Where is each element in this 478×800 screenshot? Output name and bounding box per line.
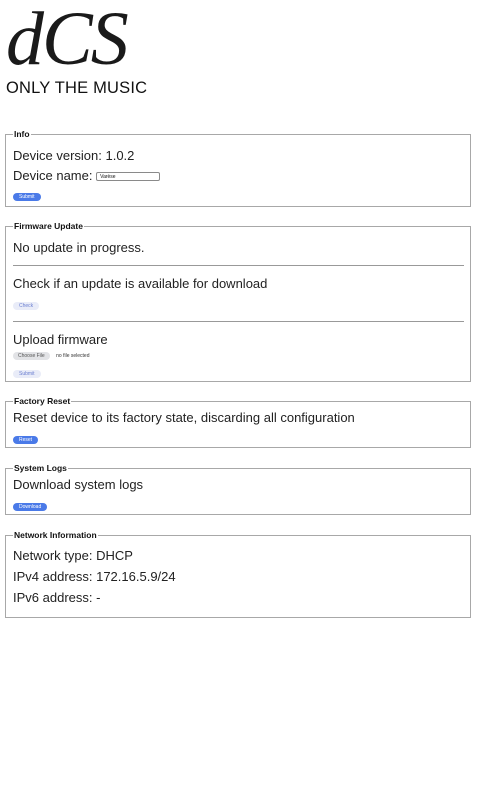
device-version: Device version: 1.0.2	[13, 148, 135, 163]
device-name-input[interactable]	[96, 172, 161, 182]
firmware-legend: Firmware Update	[14, 221, 83, 231]
info-submit-button[interactable]: Submit	[13, 193, 41, 201]
system-logs-section: System Logs Download system logs Downloa…	[5, 463, 471, 515]
choose-file-button[interactable]: Choose File	[13, 352, 50, 360]
network-info-section: Network Information Network type: DHCP I…	[5, 530, 471, 618]
firmware-divider-2	[13, 321, 464, 322]
brand-header: dCS ONLY THE MUSIC	[6, 0, 148, 98]
info-legend: Info	[14, 129, 30, 139]
system-logs-description: Download system logs	[13, 477, 144, 492]
firmware-submit-button[interactable]: Submit	[13, 370, 41, 378]
device-name-label: Device name:	[13, 168, 93, 183]
factory-reset-description: Reset device to its factory state, disca…	[13, 410, 355, 425]
download-button[interactable]: Download	[13, 503, 48, 511]
ipv4-address: IPv4 address: 172.16.5.9/24	[13, 569, 176, 584]
info-section: Info Device version: 1.0.2 Device name: …	[5, 129, 471, 207]
reset-button[interactable]: Reset	[13, 436, 39, 444]
dcs-logo: dCS	[6, 0, 129, 81]
factory-reset-section: Factory Reset Reset device to its factor…	[5, 396, 471, 448]
brand-tagline: ONLY THE MUSIC	[6, 79, 148, 97]
device-name-row: Device name:	[13, 168, 470, 183]
network-type: Network type: DHCP	[13, 548, 133, 563]
firmware-divider-1	[13, 265, 464, 266]
check-update-text: Check if an update is available for down…	[13, 276, 268, 291]
system-logs-legend: System Logs	[14, 463, 67, 473]
firmware-update-section: Firmware Update No update in progress. C…	[5, 221, 471, 382]
firmware-status: No update in progress.	[13, 240, 145, 255]
factory-reset-legend: Factory Reset	[14, 396, 71, 406]
upload-firmware-text: Upload firmware	[13, 332, 108, 347]
ipv6-address: IPv6 address: -	[13, 590, 101, 605]
check-button[interactable]: Check	[13, 302, 40, 310]
file-status-text: no file selected	[56, 353, 90, 359]
network-legend: Network Information	[14, 530, 97, 540]
